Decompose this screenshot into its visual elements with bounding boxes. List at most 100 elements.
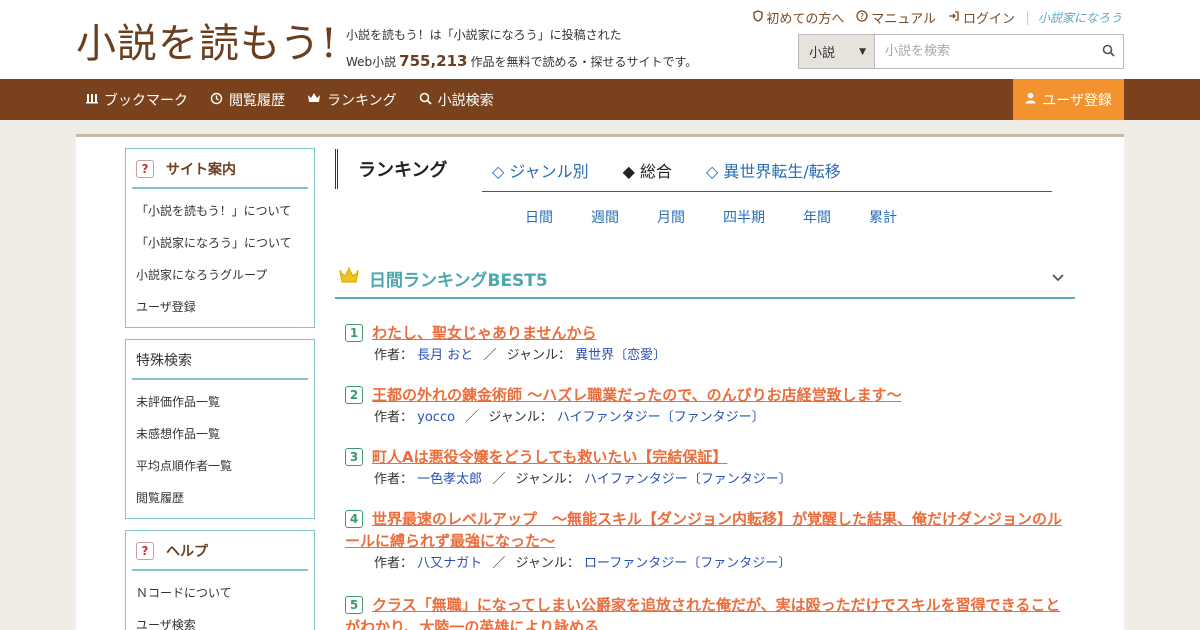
ranking-link-isekai[interactable]: ◇ 異世界転生/転移 (706, 158, 841, 182)
entry-meta: 作者： 八又ナガト ／ ジャンル： ローファンタジー〔ファンタジー〕 (374, 554, 1075, 574)
author-label: 作者： (374, 348, 414, 363)
bookmark-icon (86, 92, 98, 107)
genre-link[interactable]: ローファンタジー〔ファンタジー〕 (584, 556, 791, 571)
author-link[interactable]: 一色孝太郎 (417, 472, 482, 487)
ranking-entry-5: 5 クラス「無職」になってしまい公爵家を追放された俺だが、実は殴っただけでスキル… (345, 594, 1075, 630)
entry-title-line2[interactable]: がわかり、大陸一の英雄により詠める (345, 618, 599, 630)
ranking-entry-1: 1 わたし、聖女じゃありませんから 作者： 長月 おと ／ ジャンル： 異世界〔… (345, 322, 1075, 366)
history-icon (210, 92, 223, 108)
tagline-line1: 小説を読もう！は「小説家になろう」に投稿された (346, 28, 622, 42)
user-icon (1025, 92, 1036, 107)
nav-search-label: 小説検索 (437, 92, 494, 109)
entry-title[interactable]: わたし、聖女じゃありませんから (372, 322, 597, 344)
special-search-item[interactable]: 閲覧履歴 (126, 482, 314, 514)
crown-icon (307, 92, 321, 107)
tagline-line2: Web小説 755,213 作品を無料で読める・探せるサイトです。 (346, 48, 697, 75)
ranking-link-overall[interactable]: ◆ 総合 (623, 158, 672, 182)
manual-link[interactable]: ? マニュアル (856, 8, 936, 27)
shield-icon (753, 10, 764, 25)
search-box: 小説 ▼ (798, 34, 1124, 69)
search-icon (419, 92, 432, 108)
site-guide-item[interactable]: 「小説を読もう！」について (126, 195, 314, 227)
nav-bookmark[interactable]: ブックマーク (86, 90, 188, 110)
meta-separator: ／ (492, 556, 506, 571)
genre-link[interactable]: ハイファンタジー〔ファンタジー〕 (557, 410, 765, 425)
site-guide-item[interactable]: 小説家になろうグループ (126, 259, 314, 291)
author-label: 作者： (374, 556, 414, 571)
manual-label: マニュアル (871, 12, 936, 27)
nav-history-label: 閲覧履歴 (229, 92, 285, 109)
beginner-link[interactable]: 初めての方へ (753, 8, 844, 27)
special-search-item[interactable]: 未評価作品一覧 (126, 386, 314, 418)
period-quarterly[interactable]: 四半期 (723, 207, 765, 227)
help-list: Ｎコードについて ユーザ検索 (126, 571, 314, 630)
nav-search[interactable]: 小説検索 (419, 90, 494, 110)
special-search-item[interactable]: 未感想作品一覧 (126, 418, 314, 450)
nav-ranking[interactable]: ランキング (307, 90, 397, 110)
site-guide-list: 「小説を読もう！」について 「小説家になろう」について 小説家になろうグループ … (126, 189, 314, 327)
main-nav: ブックマーク 閲覧履歴 ランキング 小説検索 ユーザ登録 (0, 79, 1200, 120)
entry-title-line2[interactable]: ールに縛られず最強になった～ (345, 532, 555, 550)
site-tagline: 小説を読もう！は「小説家になろう」に投稿された Web小説 755,213 作品を無… (346, 22, 697, 75)
author-label: 作者： (374, 410, 414, 425)
narou-brand-link[interactable]: 小説家になろう (1038, 9, 1122, 26)
register-label: ユーザ登録 (1042, 92, 1112, 109)
register-button[interactable]: ユーザ登録 (1013, 79, 1124, 120)
question-circle-icon: ? (856, 10, 868, 25)
caret-down-icon: ▼ (859, 46, 866, 57)
sidebox-special-search: 特殊検索 未評価作品一覧 未感想作品一覧 平均点順作者一覧 閲覧履歴 (125, 339, 315, 519)
help-item[interactable]: Ｎコードについて (126, 577, 314, 609)
svg-text:?: ? (860, 12, 864, 21)
entry-meta: 作者： 一色孝太郎 ／ ジャンル： ハイファンタジー〔ファンタジー〕 (374, 470, 1075, 490)
sidebox-help: ? ヘルプ Ｎコードについて ユーザ検索 (125, 530, 315, 630)
link-separator (1026, 10, 1028, 25)
entry-title-line1[interactable]: クラス「無職」になってしまい公爵家を追放された俺だが、実は殴っただけでスキルを習… (372, 594, 1060, 616)
site-guide-item[interactable]: 「小説家になろう」について (126, 227, 314, 259)
genre-label: ジャンル： (515, 556, 580, 571)
ranking-entry-4: 4 世界最速のレベルアップ ～無能スキル【ダンジョン内転移】が覚醒した結果、俺だ… (345, 508, 1075, 574)
entry-title[interactable]: 町人Aは悪役令嬢をどうしても救いたい【完結保証】 (372, 446, 727, 468)
nav-ranking-label: ランキング (327, 92, 397, 109)
genre-label: ジャンル： (488, 410, 553, 425)
special-search-title: 特殊検索 (136, 353, 192, 369)
beginner-label: 初めての方へ (766, 12, 845, 27)
site-header: 小説を読もう! 小説を読もう！は「小説家になろう」に投稿された Web小説 755… (0, 0, 1200, 79)
genre-link[interactable]: 異世界〔恋愛〕 (575, 348, 666, 363)
period-yearly[interactable]: 年間 (803, 207, 831, 227)
author-link[interactable]: yocco (417, 410, 455, 425)
period-monthly[interactable]: 月間 (657, 207, 685, 227)
search-category-select[interactable]: 小説 ▼ (799, 35, 875, 68)
header-links: 初めての方へ ? マニュアル ログイン 小説家になろう (741, 8, 1122, 27)
search-input[interactable] (875, 35, 1093, 68)
entry-title[interactable]: 王都の外れの錬金術師 ～ハズレ職業だったので、のんびりお店経営致します～ (372, 384, 902, 406)
sidebox-title: ? サイト案内 (132, 157, 308, 189)
login-link[interactable]: ログイン (948, 8, 1015, 27)
period-daily[interactable]: 日間 (525, 207, 553, 227)
author-link[interactable]: 八又ナガト (417, 556, 482, 571)
author-link[interactable]: 長月 おと (417, 348, 473, 363)
help-item[interactable]: ユーザ検索 (126, 609, 314, 630)
site-guide-item[interactable]: ユーザ登録 (126, 291, 314, 323)
entry-title-line1[interactable]: 世界最速のレベルアップ ～無能スキル【ダンジョン内転移】が覚醒した結果、俺だけダ… (372, 508, 1062, 530)
search-button[interactable] (1093, 35, 1123, 68)
site-logo[interactable]: 小説を読もう! (76, 12, 338, 68)
rank-badge: 5 (345, 596, 363, 614)
meta-separator: ／ (483, 348, 497, 363)
nav-history[interactable]: 閲覧履歴 (210, 90, 285, 110)
ranking-tab[interactable]: ランキング (335, 149, 447, 189)
genre-link[interactable]: ハイファンタジー〔ファンタジー〕 (584, 472, 792, 487)
best5-title: 日間ランキングBEST5 (369, 270, 548, 291)
sidebox-title: 特殊検索 (132, 348, 308, 380)
chevron-down-icon[interactable] (1051, 269, 1065, 288)
period-total[interactable]: 累計 (869, 207, 897, 227)
ranking-entry-2: 2 王都の外れの錬金術師 ～ハズレ職業だったので、のんびりお店経営致します～ 作… (345, 384, 1075, 428)
content-area: ? サイト案内 「小説を読もう！」について 「小説家になろう」について 小説家に… (76, 134, 1124, 630)
period-weekly[interactable]: 週間 (591, 207, 619, 227)
rank-badge: 3 (345, 448, 363, 466)
special-search-item[interactable]: 平均点順作者一覧 (126, 450, 314, 482)
special-search-list: 未評価作品一覧 未感想作品一覧 平均点順作者一覧 閲覧履歴 (126, 380, 314, 518)
ranking-periods: 日間 週間 月間 四半期 年間 累計 (525, 207, 935, 227)
best5-header[interactable]: 日間ランキングBEST5 (335, 259, 1075, 299)
ranking-link-genre[interactable]: ◇ ジャンル別 (492, 158, 589, 182)
login-label: ログイン (962, 12, 1015, 27)
